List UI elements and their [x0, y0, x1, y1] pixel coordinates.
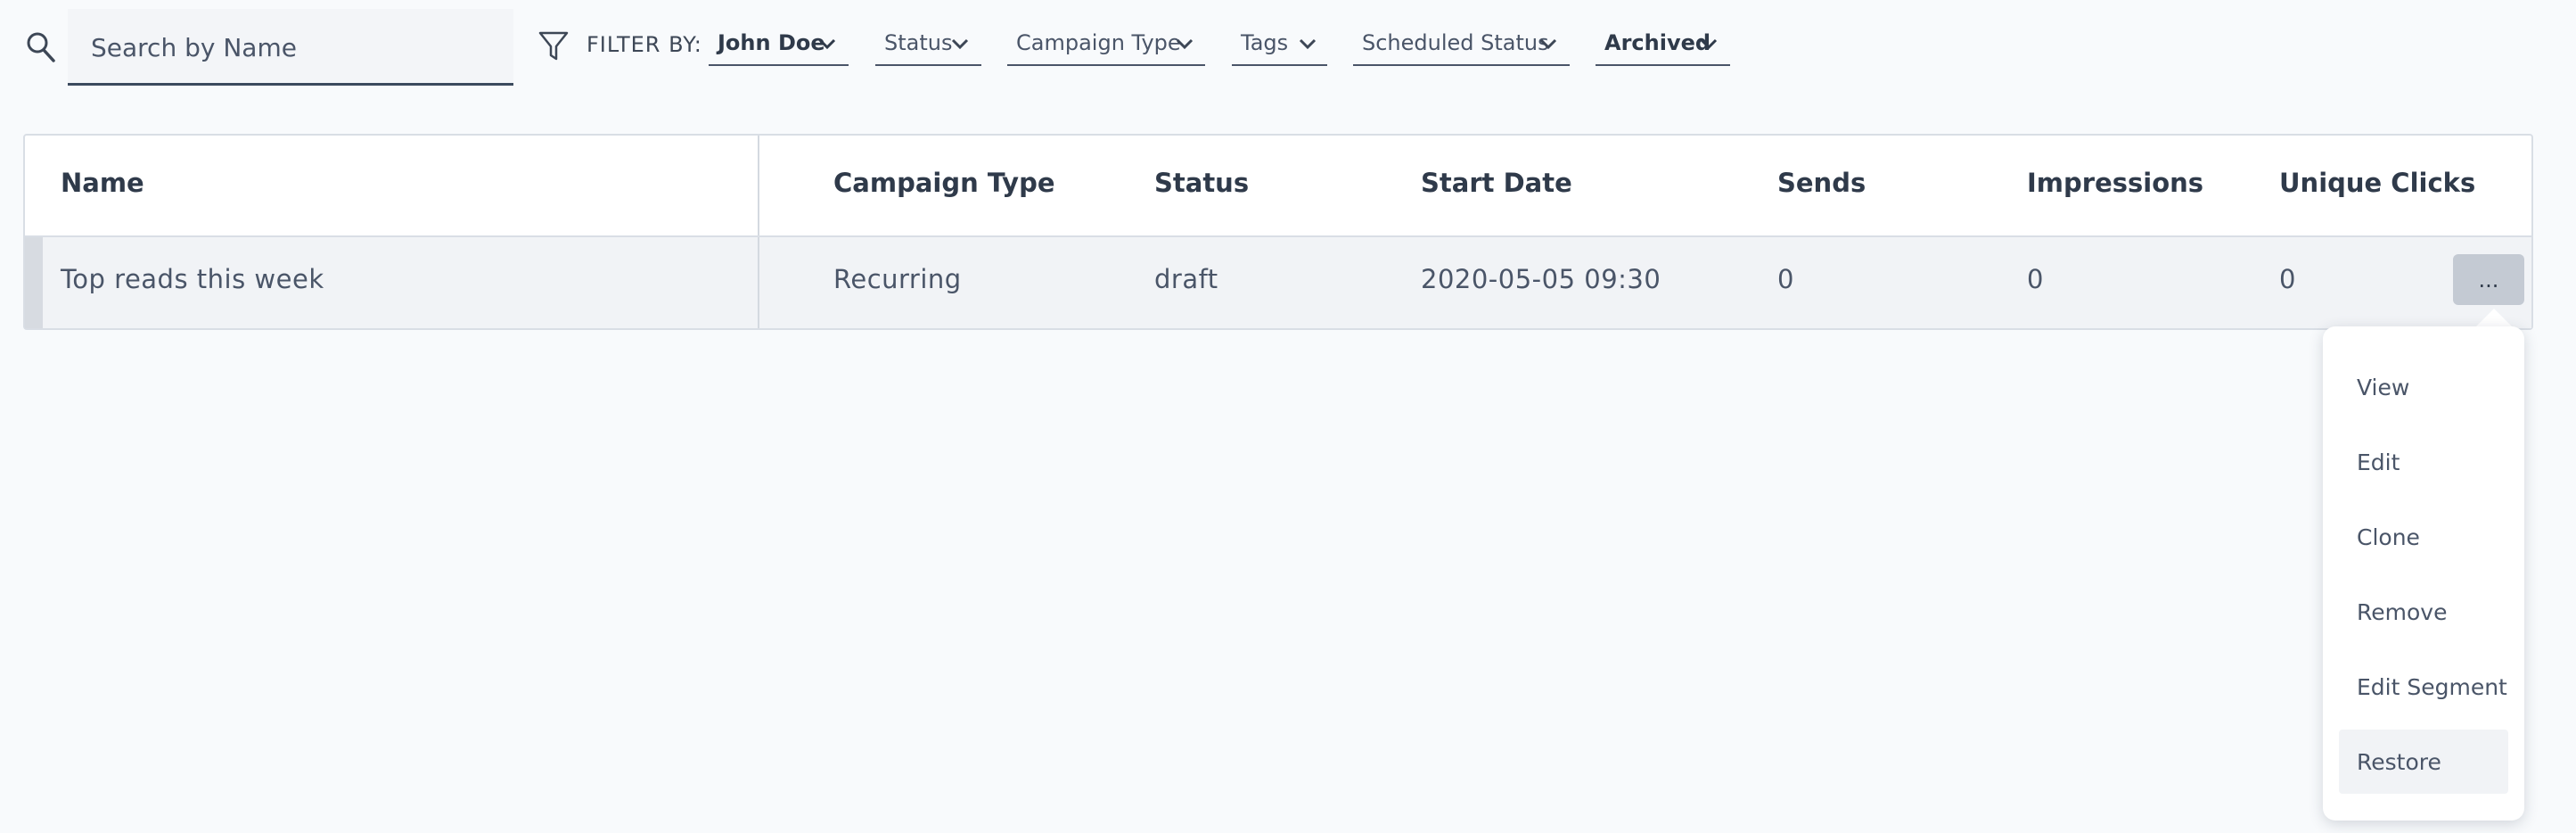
column-header-start-date[interactable]: Start Date [1421, 168, 1572, 198]
search-icon[interactable] [25, 30, 57, 64]
chevron-down-icon [1176, 38, 1194, 50]
filter-funnel-icon [538, 31, 569, 61]
column-header-sends[interactable]: Sends [1777, 168, 1866, 198]
cell-status: draft [1154, 264, 1218, 294]
column-header-unique-clicks[interactable]: Unique Clicks [2279, 168, 2475, 198]
row-actions-menu: View Edit Clone Remove Edit Segment Rest… [2323, 326, 2524, 821]
search-field[interactable] [68, 9, 513, 86]
filter-toolbar: FILTER BY: John Doe Status Campaign Type… [0, 0, 2576, 98]
menu-item-restore[interactable]: Restore [2339, 730, 2508, 794]
chevron-down-icon [1539, 38, 1557, 50]
filter-owner-dropdown[interactable]: John Doe [709, 27, 849, 66]
filter-status-dropdown[interactable]: Status [875, 27, 981, 66]
menu-item-view[interactable]: View [2339, 355, 2508, 419]
filter-by-label: FILTER BY: [587, 32, 702, 57]
column-divider [758, 237, 759, 328]
row-actions-button[interactable]: ... [2453, 254, 2524, 305]
menu-item-remove[interactable]: Remove [2339, 580, 2508, 644]
chevron-down-icon [1299, 38, 1317, 50]
filter-scheduled-status-dropdown[interactable]: Scheduled Status [1353, 27, 1570, 66]
menu-caret [2474, 309, 2514, 328]
cell-unique-clicks: 0 [2279, 264, 2296, 294]
menu-item-clone[interactable]: Clone [2339, 505, 2508, 569]
filter-archived-dropdown[interactable]: Archived [1596, 27, 1730, 66]
campaigns-table: Name Campaign Type Status Start Date Sen… [23, 134, 2533, 330]
row-selection-marker [25, 237, 43, 328]
column-header-name[interactable]: Name [61, 168, 144, 198]
column-header-impressions[interactable]: Impressions [2027, 168, 2203, 198]
cell-campaign-type: Recurring [833, 264, 962, 294]
chevron-down-icon [1700, 38, 1718, 50]
column-header-campaign-type[interactable]: Campaign Type [833, 168, 1055, 198]
menu-item-edit[interactable]: Edit [2339, 430, 2508, 494]
cell-name[interactable]: Top reads this week [61, 264, 324, 294]
menu-item-edit-segment[interactable]: Edit Segment [2339, 655, 2508, 719]
chevron-down-icon [951, 38, 969, 50]
filter-campaign-type-dropdown[interactable]: Campaign Type [1007, 27, 1205, 66]
cell-impressions: 0 [2027, 264, 2044, 294]
filter-tags-dropdown[interactable]: Tags [1232, 27, 1327, 66]
column-header-status[interactable]: Status [1154, 168, 1249, 198]
cell-start-date: 2020-05-05 09:30 [1421, 264, 1661, 294]
chevron-down-icon [818, 38, 836, 50]
cell-sends: 0 [1777, 264, 1794, 294]
table-row[interactable]: Top reads this week Recurring draft 2020… [25, 237, 2531, 328]
search-input[interactable] [89, 29, 485, 66]
